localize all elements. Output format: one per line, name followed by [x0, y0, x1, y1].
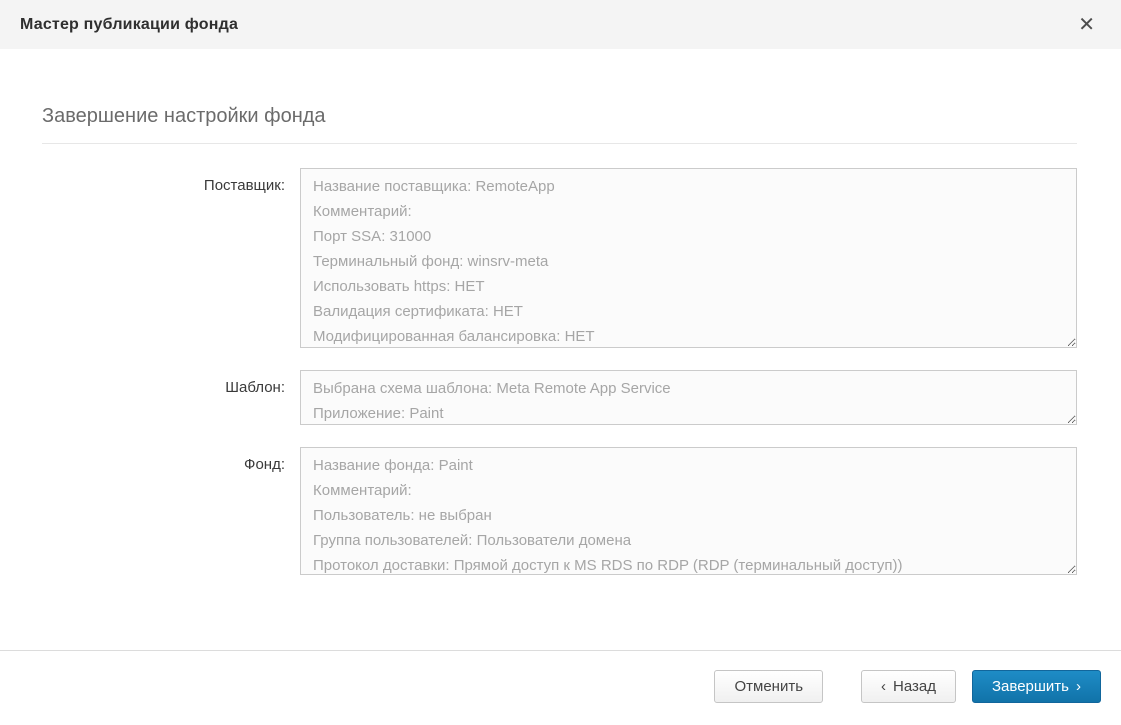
chevron-right-icon: › — [1076, 678, 1081, 695]
wizard-title: Мастер публикации фонда — [20, 16, 238, 34]
cancel-button[interactable]: Отменить — [714, 670, 823, 703]
wizard-header: Мастер публикации фонда ✕ — [0, 0, 1121, 49]
back-button-label: Назад — [893, 678, 936, 695]
provider-summary-textarea[interactable]: Название поставщика: RemoteApp Комментар… — [300, 168, 1077, 348]
page-title: Завершение настройки фонда — [42, 105, 1077, 144]
footer: Отменить ‹ Назад Завершить › — [0, 651, 1121, 703]
pool-label: Фонд: — [42, 447, 300, 473]
form-row-pool: Фонд: Название фонда: Paint Комментарий:… — [42, 447, 1077, 575]
summary-form: Поставщик: Название поставщика: RemoteAp… — [42, 168, 1077, 575]
provider-label: Поставщик: — [42, 168, 300, 194]
finish-button[interactable]: Завершить › — [972, 670, 1101, 703]
wizard-body: Завершение настройки фонда Поставщик: На… — [0, 105, 1121, 575]
form-row-template: Шаблон: Выбрана схема шаблона: Meta Remo… — [42, 370, 1077, 425]
form-row-provider: Поставщик: Название поставщика: RemoteAp… — [42, 168, 1077, 348]
finish-button-label: Завершить — [992, 678, 1069, 695]
close-icon[interactable]: ✕ — [1074, 11, 1099, 39]
template-label: Шаблон: — [42, 370, 300, 396]
template-summary-textarea[interactable]: Выбрана схема шаблона: Meta Remote App S… — [300, 370, 1077, 425]
pool-summary-textarea[interactable]: Название фонда: Paint Комментарий: Польз… — [300, 447, 1077, 575]
back-button[interactable]: ‹ Назад — [861, 670, 956, 703]
chevron-left-icon: ‹ — [881, 678, 886, 695]
